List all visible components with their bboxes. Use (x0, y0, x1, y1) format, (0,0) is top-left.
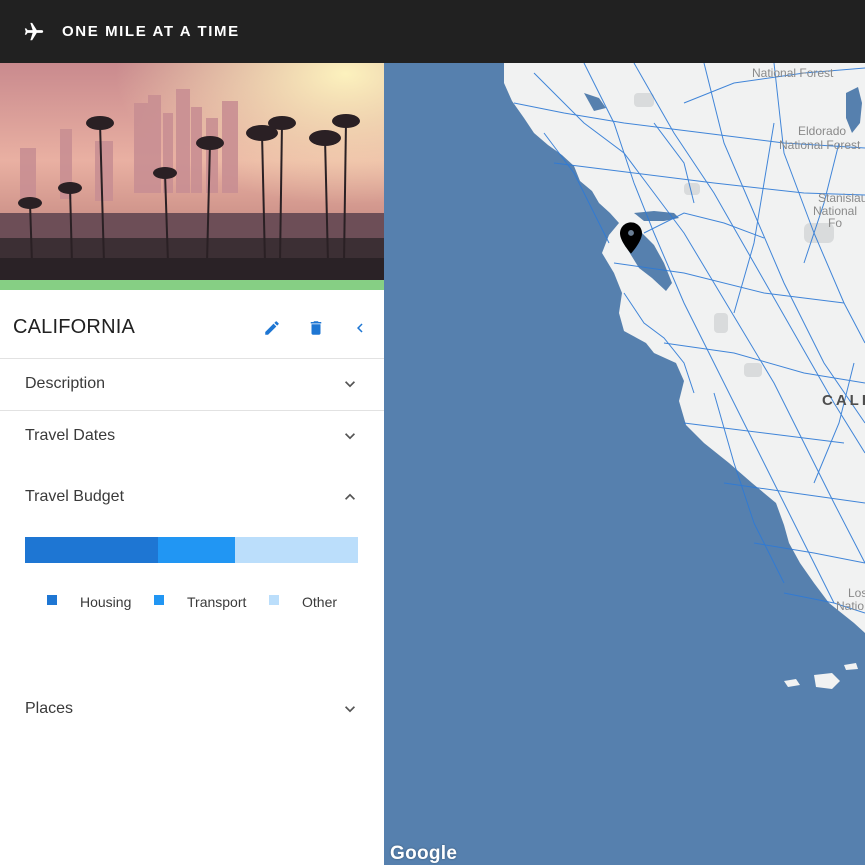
map-label-national-forest: National Forest (752, 66, 834, 80)
budget-segment-other (234, 537, 358, 563)
trip-sidebar: CALIFORNIA Description Travel Dates (0, 63, 384, 865)
map-label-stanislaus-forest: National Fo (812, 204, 858, 230)
chevron-up-icon (340, 487, 360, 507)
legend-swatch-other (269, 595, 279, 605)
chevron-down-icon (340, 426, 360, 446)
map-label-state: CALI (822, 392, 865, 409)
travel-budget-label: Travel Budget (25, 488, 125, 505)
map-label-los-forest: Natio (836, 599, 865, 613)
app-title: ONE MILE AT A TIME (62, 23, 240, 40)
budget-legend: Housing Transport Other (0, 592, 384, 616)
trip-header: CALIFORNIA (0, 290, 384, 359)
travel-dates-section[interactable]: Travel Dates (0, 411, 384, 463)
chevron-down-icon (340, 699, 360, 719)
map-label-los: Los (848, 586, 865, 600)
map-label-eldorado: Eldorado (798, 124, 847, 138)
chevron-left-icon[interactable] (350, 318, 370, 338)
travel-budget-section[interactable]: Travel Budget (0, 475, 384, 519)
legend-label-transport: Transport (187, 594, 247, 610)
map-view[interactable]: National Forest Eldorado National Forest… (384, 63, 865, 865)
legend-swatch-transport (154, 595, 164, 605)
google-attribution[interactable]: Google (390, 843, 457, 865)
budget-segment-transport (158, 537, 235, 563)
chevron-down-icon (340, 374, 360, 394)
travel-dates-label: Travel Dates (25, 427, 116, 444)
edit-icon[interactable] (262, 318, 282, 338)
budget-bar (25, 537, 358, 563)
airplane-icon (23, 21, 45, 43)
map-pin-icon[interactable] (620, 222, 642, 254)
legend-label-housing: Housing (80, 594, 132, 610)
map-label-eldorado-forest: National Forest (779, 138, 861, 152)
description-section[interactable]: Description (0, 359, 384, 411)
trip-accent-strip (0, 280, 384, 290)
places-label: Places (25, 700, 74, 717)
places-section[interactable]: Places (0, 688, 384, 732)
delete-icon[interactable] (306, 318, 326, 338)
app-bar: ONE MILE AT A TIME (0, 0, 865, 63)
trip-title: CALIFORNIA (13, 316, 136, 338)
budget-segment-housing (25, 537, 159, 563)
trip-hero-image (0, 63, 384, 280)
legend-swatch-housing (47, 595, 57, 605)
description-label: Description (25, 375, 106, 392)
map-label-stanislaus: Stanislau (818, 191, 865, 205)
legend-label-other: Other (302, 594, 338, 610)
